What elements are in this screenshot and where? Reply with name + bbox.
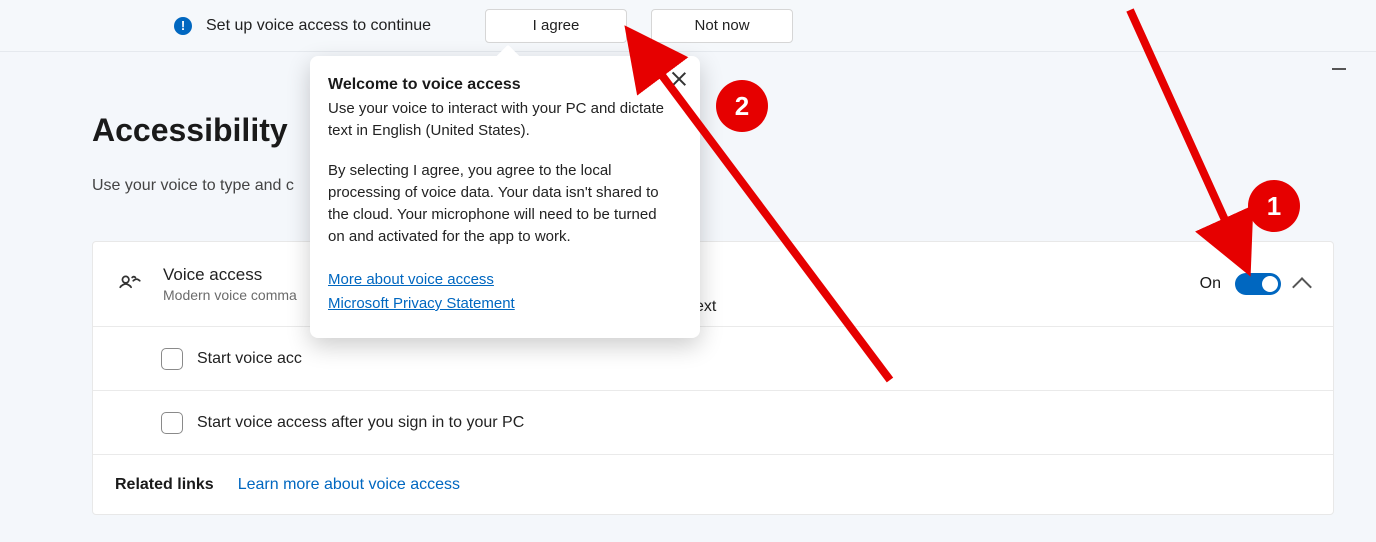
row2-label: Start voice access after you sign in to … [197,414,524,432]
card-header-right: On [1200,273,1309,295]
row1-label: Start voice acc [197,350,302,368]
checkbox-after-signin[interactable] [161,412,183,434]
more-about-link[interactable]: More about voice access [328,268,676,292]
card-sub: Modern voice comma [163,287,297,303]
popover-title: Welcome to voice access [328,76,676,94]
microphone-icon [117,271,143,297]
annotation-badge-1: 1 [1248,180,1300,232]
info-icon: ! [174,17,192,35]
not-now-button[interactable]: Not now [651,9,793,43]
related-links-label: Related links [115,476,214,494]
related-links-row: Related links Learn more about voice acc… [93,454,1333,514]
checkbox-before-signin[interactable] [161,348,183,370]
page-title: Accessibility [92,112,288,148]
popover-paragraph-1: Use your voice to interact with your PC … [328,98,676,142]
card-header-text: Voice access Modern voice comma [163,265,297,303]
voice-access-toggle[interactable] [1235,273,1281,295]
learn-more-link[interactable]: Learn more about voice access [238,476,460,494]
page-subtitle: Use your voice to type and c [92,177,1376,195]
agree-button[interactable]: I agree [485,9,627,43]
notification-text: Set up voice access to continue [206,17,431,35]
option-start-before-signin[interactable]: Start voice acc [93,326,1333,390]
popover-links: More about voice access Microsoft Privac… [328,268,676,316]
popover-paragraph-2: By selecting I agree, you agree to the l… [328,160,676,248]
toggle-state-label: On [1200,275,1221,293]
card-title: Voice access [163,265,297,285]
voice-access-card: Voice access Modern voice comma On Start… [92,241,1334,515]
welcome-popover: Welcome to voice access Use your voice t… [310,56,700,338]
annotation-badge-2: 2 [716,80,768,132]
chevron-up-icon[interactable] [1292,277,1312,297]
privacy-statement-link[interactable]: Microsoft Privacy Statement [328,292,676,316]
option-start-after-signin[interactable]: Start voice access after you sign in to … [93,390,1333,454]
close-icon[interactable] [670,70,688,88]
notification-bar: ! Set up voice access to continue I agre… [0,0,1376,52]
